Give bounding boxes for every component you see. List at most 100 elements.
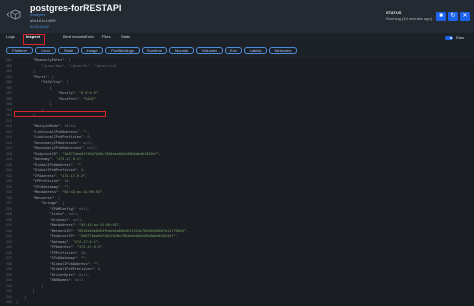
inspect-json-viewer[interactable]: 201 "ReadonlyPaths": [202 "/proc/bus", "…	[0, 58, 474, 306]
line-number: 230	[5, 218, 12, 223]
code-line: 235 "IPAddress": "172.17.0.2",	[0, 246, 474, 251]
code-line: 236 "IPPrefixLen": 16,	[0, 252, 474, 257]
container-id: a0e161e14f5ff	[30, 18, 56, 23]
tab-files[interactable]: Files	[102, 34, 110, 39]
code-line: 216 "SecondaryIPAddresses": null,	[0, 142, 474, 147]
raw-toggle[interactable]	[445, 36, 453, 40]
line-number: 206	[5, 86, 12, 91]
code-line: 201 "ReadonlyPaths": [	[0, 59, 474, 64]
line-number: 222	[5, 174, 12, 179]
code-line: 232 "NetworkID": "05191b4e8403fb4eb1a58e…	[0, 230, 474, 235]
chip-image[interactable]: Image	[81, 47, 103, 54]
port-link[interactable]: 5432:5432	[30, 24, 49, 29]
code-line: 209 }	[0, 103, 474, 108]
code-line: 214 "LinkLocalIPv6Address": "",	[0, 131, 474, 136]
line-number: 212	[5, 119, 12, 124]
code-text: "NetworkID": "05191b4e8403fb4eb1a58e0b71…	[49, 229, 189, 234]
tab-logs[interactable]: Logs	[6, 34, 15, 39]
line-number: 232	[5, 229, 12, 234]
chip-portbindings[interactable]: PortBindings	[105, 47, 140, 54]
code-text: }	[16, 295, 27, 300]
line-number: 240	[5, 273, 12, 278]
container-header: ‹ postgres-forRESTAPI postgres a0e161e14…	[0, 0, 474, 33]
code-text: "SecondaryIPAddresses": null,	[32, 141, 94, 146]
code-text: "HostIp": "0.0.0.0",	[58, 92, 101, 96]
container-icon	[10, 9, 21, 20]
chip-volumes[interactable]: Volumes	[196, 47, 223, 54]
line-number: 220	[5, 163, 12, 168]
code-line: 221 "GlobalIPv6PrefixLen": 0,	[0, 169, 474, 174]
chip-state[interactable]: State	[58, 47, 79, 54]
line-number: 244	[5, 295, 12, 300]
code-text: {	[16, 86, 52, 91]
code-line: 245}	[0, 301, 474, 306]
image-link[interactable]: postgres	[30, 12, 45, 17]
line-number: 228	[5, 207, 12, 212]
line-number: 237	[5, 257, 12, 261]
line-number: 208	[5, 97, 12, 102]
code-line: 224 "IPv6Gateway": "",	[0, 186, 474, 191]
code-text: "MacAddress": "02:42:ac:11:00:02",	[32, 191, 105, 195]
tab-bind-mounts[interactable]: Bind mounts	[63, 34, 85, 39]
code-line: 230 "Aliases": null,	[0, 219, 474, 224]
code-text: "Gateway": "172.17.0.1",	[32, 158, 84, 162]
tab-stats[interactable]: Stats	[121, 34, 130, 39]
line-number: 214	[5, 130, 12, 135]
code-text: "IPAddress": "172.17.0.2",	[49, 246, 105, 250]
chip-env[interactable]: Env	[225, 47, 242, 54]
line-number: 225	[5, 191, 12, 195]
code-text: "GlobalIPv6PrefixLen": 0,	[32, 169, 86, 173]
stop-icon: ■	[439, 13, 443, 19]
chip-mounts[interactable]: Mounts	[169, 47, 194, 54]
chip-platform[interactable]: Platform	[6, 47, 33, 54]
chip-labels[interactable]: Labels	[244, 47, 267, 54]
code-line: 204 "Ports": {	[0, 76, 474, 81]
code-text: "HairpinMode": false,	[32, 125, 77, 129]
code-text: "Networks": {	[32, 196, 61, 201]
code-line: 222 "IPAddress": "172.17.0.2",	[0, 175, 474, 180]
code-line: 225 "MacAddress": "02:42:ac:11:00:02",	[0, 191, 474, 196]
line-number: 219	[5, 158, 12, 162]
code-text: "EndpointID": "3e977aee61f16d7b28c7081be…	[32, 152, 161, 157]
line-number: 229	[5, 213, 12, 217]
code-line: 202 "/proc/bus", "/proc/fs", "/proc/irq"	[0, 65, 474, 70]
code-line: 241 "DNSNames": null	[0, 279, 474, 284]
code-text: "EndpointID": "3e977aee61f16d7b28c7081be…	[49, 235, 178, 239]
line-number: 241	[5, 279, 12, 283]
code-line: 231 "MacAddress": "02:42:ac:11:00:02",	[0, 224, 474, 229]
code-line: 240 "DriverOpts": null,	[0, 274, 474, 279]
tab-exec[interactable]: Exec	[85, 34, 94, 39]
code-line: 206 {	[0, 87, 474, 92]
chip-cmd[interactable]: Cmd	[35, 47, 56, 54]
code-line: 243 }	[0, 290, 474, 295]
line-number: 235	[5, 246, 12, 250]
code-text: "SecondaryIPv6Addresses": null,	[32, 147, 98, 151]
code-line: 226 "Networks": {	[0, 197, 474, 202]
line-number: 227	[5, 202, 12, 206]
line-number: 223	[5, 180, 12, 184]
line-number: 203	[5, 70, 12, 74]
line-number: 221	[5, 169, 12, 173]
ip-address-annotation-box	[14, 111, 106, 117]
code-text: "ReadonlyPaths": [	[32, 59, 71, 63]
stop-button[interactable]: ■	[436, 12, 446, 21]
line-number: 202	[5, 64, 12, 69]
code-text: "DNSNames": null	[49, 279, 84, 283]
code-text: "bridge": {	[41, 202, 65, 206]
code-text: "DriverOpts": null,	[49, 273, 90, 278]
code-line: 229 "Links": null,	[0, 213, 474, 218]
line-number: 211	[5, 114, 12, 118]
line-number: 201	[5, 59, 12, 63]
line-number: 207	[5, 92, 12, 96]
chip-networks[interactable]: Networks	[269, 47, 297, 54]
code-text: "IPv6Gateway": "",	[32, 185, 71, 190]
delete-button[interactable]: ✕	[460, 12, 470, 21]
code-line: 205 "5432/tcp": [	[0, 81, 474, 86]
restart-button[interactable]: ↻	[448, 12, 458, 21]
code-text: "LinkLocalIPv6Address": "",	[32, 130, 90, 135]
code-line: 213 "HairpinMode": false,	[0, 125, 474, 130]
chip-runtime[interactable]: Runtime	[142, 47, 167, 54]
code-text: "IPv6Gateway": "",	[49, 257, 88, 261]
code-text: }	[16, 103, 52, 107]
line-number: 213	[5, 125, 12, 129]
